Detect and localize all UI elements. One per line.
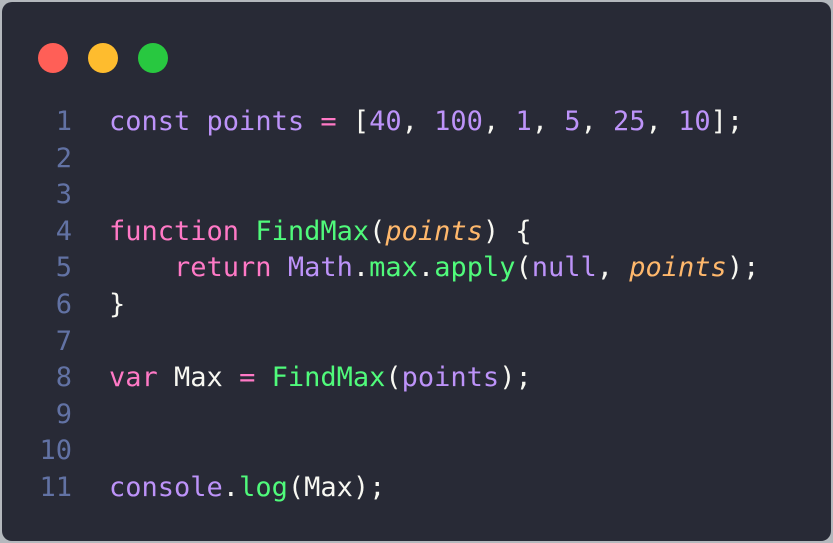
code-token: , (596, 252, 630, 284)
code-token: apply (434, 252, 516, 284)
code-token: log (239, 471, 288, 503)
maximize-dot-icon[interactable] (138, 43, 168, 73)
code-line: 3 (2, 177, 831, 214)
code-token: , (645, 106, 679, 137)
code-line: 6} (2, 287, 831, 324)
code-line: 4 function FindMax(points) { (2, 214, 831, 251)
code-token: Math (287, 252, 353, 284)
code-token: . (352, 252, 370, 284)
code-token: ); (499, 362, 532, 394)
code-line: 7 (2, 324, 831, 361)
code-token: , (482, 106, 516, 137)
code-token: points (629, 252, 727, 284)
code-window: 1 const points = [40, 100, 1, 5, 25, 10];… (2, 2, 831, 541)
code-token: max (369, 252, 418, 284)
line-number: 5 (55, 252, 72, 284)
code-token: FindMax (255, 215, 370, 247)
line-source: console.log(Max); (109, 470, 385, 507)
line-number: 9 (55, 398, 72, 430)
code-token: = (320, 106, 337, 137)
code-token: FindMax (271, 362, 386, 394)
line-number: 2 (55, 142, 72, 174)
code-token: , (580, 106, 614, 137)
code-token: } (109, 288, 126, 320)
code-token: ( (515, 252, 532, 284)
code-token: [ (336, 106, 370, 137)
code-token: (Max); (287, 471, 386, 503)
line-number: 3 (55, 179, 72, 211)
code-token: console (109, 471, 223, 503)
line-source: return Math.max.apply(null, points); (109, 250, 759, 287)
code-token: ( (385, 362, 402, 394)
code-line: 9 (2, 397, 831, 434)
code-line: 8 var Max = FindMax(points); (2, 360, 831, 397)
code-token: null (531, 252, 597, 284)
line-number: 10 (39, 435, 72, 467)
code-line: 1 const points = [40, 100, 1, 5, 25, 10]; (2, 104, 831, 141)
code-token: , (531, 106, 565, 137)
code-token: , (401, 106, 435, 137)
line-number: 11 (39, 471, 72, 503)
code-token: ]; (710, 106, 744, 137)
line-source: } (109, 287, 125, 324)
code-token: 40 (369, 106, 402, 137)
line-source: function FindMax(points) { (109, 214, 532, 251)
code-token: ( (369, 215, 386, 247)
code-line: 2 (2, 141, 831, 178)
code-token: var (109, 362, 158, 394)
code-token: ) { (482, 215, 532, 247)
line-number: 6 (55, 288, 72, 320)
minimize-dot-icon[interactable] (88, 43, 118, 73)
code-line: 11 console.log(Max); (2, 470, 831, 507)
code-token: points (206, 106, 305, 137)
code-token: 25 (613, 106, 646, 137)
code-line: 5 return Math.max.apply(null, points); (2, 250, 831, 287)
code-token: . (417, 252, 435, 284)
code-line: 10 (2, 433, 831, 470)
code-token: 10 (678, 106, 711, 137)
code-token: const (109, 106, 191, 137)
close-dot-icon[interactable] (38, 43, 68, 73)
line-number: 8 (55, 362, 72, 394)
code-token: points (401, 362, 500, 394)
code-token: 100 (434, 106, 483, 137)
code-token: function (109, 215, 240, 247)
code-token: ); (726, 252, 760, 284)
code-token: = (239, 362, 256, 394)
code-token: . (222, 471, 240, 503)
code-token: points (385, 215, 483, 247)
line-number: 7 (55, 325, 72, 357)
code-token: 1 (515, 106, 532, 137)
line-source: var Max = FindMax(points); (109, 360, 532, 397)
line-number: 4 (55, 215, 72, 247)
code-token: return (174, 252, 272, 284)
line-number: 1 (55, 106, 72, 137)
code-token: 5 (564, 106, 581, 137)
code-token: Max (157, 362, 240, 394)
line-source: const points = [40, 100, 1, 5, 25, 10]; (109, 104, 743, 141)
code-editor: 1 const points = [40, 100, 1, 5, 25, 10];… (2, 104, 831, 507)
